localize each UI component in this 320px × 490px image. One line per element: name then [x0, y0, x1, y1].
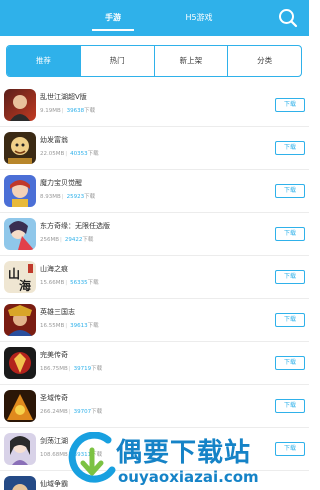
download-count: 25923 [66, 194, 85, 200]
app-meta: 8.93MB| 25923下载 [40, 194, 96, 200]
app-size: 266.24MB [40, 409, 68, 415]
download-count: 56335 [70, 280, 88, 286]
search-button[interactable] [278, 8, 298, 28]
download-button[interactable]: 下载 [275, 98, 305, 112]
list-item[interactable]: 完美传奇 186.75MB| 39719下载 下载 [0, 342, 309, 385]
download-count: 39613 [70, 323, 88, 329]
app-icon[interactable] [4, 433, 36, 465]
active-tab-indicator [92, 29, 134, 31]
app-icon[interactable] [4, 218, 36, 250]
download-button[interactable]: 下载 [275, 399, 305, 413]
download-count-suffix: 下载 [84, 108, 96, 114]
download-button[interactable]: 下载 [275, 270, 305, 284]
category-tab-categories[interactable]: 分类 [227, 46, 301, 76]
app-name: 剑荡江湖 [40, 437, 68, 445]
app-meta: 15.66MB| 56335下载 [40, 280, 99, 286]
app-icon[interactable] [4, 390, 36, 422]
list-item[interactable]: 山海 山海之痕 15.66MB| 56335下载 下载 [0, 256, 309, 299]
tab-h5-games[interactable]: H5游戏 [178, 0, 220, 36]
app-name: 仙域争霸 [40, 480, 68, 488]
download-count-suffix: 下载 [84, 194, 96, 200]
list-item[interactable]: 魔力宝贝觉醒 8.93MB| 25923下载 下载 [0, 170, 309, 213]
download-count: 39719 [73, 366, 92, 372]
app-size: 8.93MB [40, 194, 61, 200]
download-count: 39707 [73, 409, 92, 415]
download-count-suffix: 下载 [87, 280, 99, 286]
download-button[interactable]: 下载 [275, 227, 305, 241]
watermark-logo-icon [68, 432, 116, 483]
list-item[interactable]: 东方奇缘：无限任选版 256MB| 29422下载 下载 [0, 213, 309, 256]
app-icon[interactable] [4, 175, 36, 207]
app-meta: 186.75MB| 39719下载 [40, 366, 103, 372]
app-size: 15.66MB [40, 280, 65, 286]
download-button[interactable]: 下载 [275, 184, 305, 198]
download-count-suffix: 下载 [91, 409, 103, 415]
app-icon[interactable] [4, 304, 36, 336]
watermark-title: 偶要下载站 [116, 438, 252, 468]
app-name: 乱世江湖超V版 [40, 93, 87, 101]
download-count-suffix: 下载 [82, 237, 94, 243]
app-name: 魔力宝贝觉醒 [40, 179, 82, 187]
app-name: 完美传奇 [40, 351, 68, 359]
app-meta: 22.05MB| 40353下载 [40, 151, 99, 157]
search-icon [279, 9, 298, 28]
download-button[interactable]: 下载 [275, 141, 305, 155]
app-meta: 16.55MB| 39613下载 [40, 323, 99, 329]
app-size: 9.19MB [40, 108, 61, 114]
category-tab-new[interactable]: 新上架 [153, 46, 228, 76]
app-name: 山海之痕 [40, 265, 68, 273]
download-button[interactable]: 下载 [275, 313, 305, 327]
app-size: 16.55MB [40, 323, 65, 329]
download-count-suffix: 下载 [91, 366, 103, 372]
app-root: 手游 H5游戏 推荐 热门 新上架 分类 乱世江湖超V版 9.19MB| 3963… [0, 0, 309, 490]
download-count-suffix: 下载 [87, 151, 99, 157]
download-count-suffix: 下载 [87, 323, 99, 329]
app-icon[interactable] [4, 89, 36, 121]
watermark: 偶要下载站 ouyaoxiazai.com [66, 428, 309, 490]
app-size: 256MB [40, 237, 60, 243]
download-button[interactable]: 下载 [275, 356, 305, 370]
app-meta: 256MB| 29422下载 [40, 237, 94, 243]
watermark-url: ouyaoxiazai.com [118, 468, 259, 486]
app-size: 186.75MB [40, 366, 68, 372]
app-meta: 9.19MB| 39638下载 [40, 108, 96, 114]
category-tabs: 推荐 热门 新上架 分类 [6, 45, 302, 77]
category-tab-hot[interactable]: 热门 [79, 46, 154, 76]
app-name: 东方奇缘：无限任选版 [40, 222, 110, 230]
app-name: 圣域传奇 [40, 394, 68, 402]
app-icon[interactable] [4, 132, 36, 164]
app-size: 22.05MB [40, 151, 65, 157]
list-item[interactable]: 乱世江湖超V版 9.19MB| 39638下载 下载 [0, 84, 309, 127]
app-icon[interactable]: 山海 [4, 261, 36, 293]
app-meta: 266.24MB| 39707下载 [40, 409, 103, 415]
app-icon[interactable] [4, 347, 36, 379]
download-count: 29422 [64, 237, 83, 243]
app-name: 幼发富翁 [40, 136, 68, 144]
list-item[interactable]: 圣域传奇 266.24MB| 39707下载 下载 [0, 385, 309, 428]
app-name: 英雄三国志 [40, 308, 75, 316]
category-tab-recommended[interactable]: 推荐 [7, 46, 80, 76]
top-bar: 手游 H5游戏 [0, 0, 309, 36]
download-count: 40353 [70, 151, 88, 157]
app-size: 108.68MB [40, 452, 68, 458]
svg-text:海: 海 [19, 278, 31, 293]
download-count: 39638 [66, 108, 85, 114]
list-item[interactable]: 英雄三国志 16.55MB| 39613下载 下载 [0, 299, 309, 342]
list-item[interactable]: 幼发富翁 22.05MB| 40353下载 下载 [0, 127, 309, 170]
app-icon[interactable] [4, 476, 36, 490]
